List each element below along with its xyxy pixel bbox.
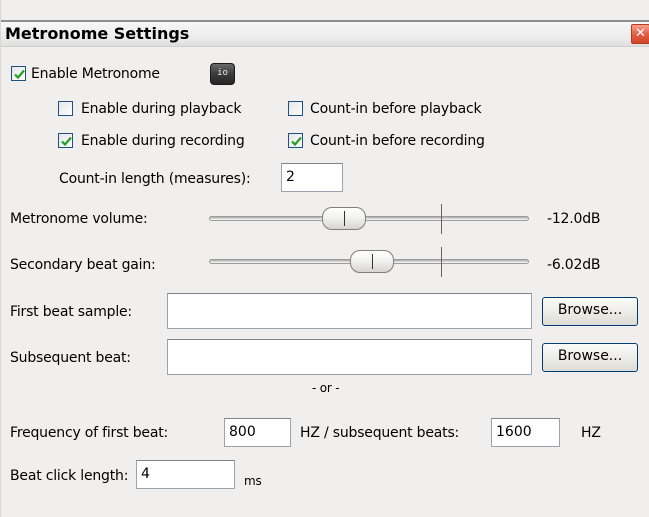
page: Metronome Settings ✕ Enable Metronome io… <box>0 0 649 517</box>
subsequent-beat-label: Subsequent beat: <box>10 350 131 366</box>
frequency-unit: HZ <box>581 425 601 441</box>
or-separator: - or - <box>312 381 340 395</box>
beat-click-length-unit: ms <box>244 474 262 488</box>
first-beat-sample-label: First beat sample: <box>10 304 132 320</box>
first-beat-browse-button[interactable]: Browse... <box>542 297 638 326</box>
dialog-title: Metronome Settings <box>5 24 190 43</box>
slider-thumb[interactable] <box>322 207 366 230</box>
metronome-volume-slider[interactable] <box>209 204 529 234</box>
enable-metronome-checkbox[interactable] <box>11 66 26 81</box>
secondary-beat-gain-label: Secondary beat gain: <box>10 257 156 273</box>
slider-track <box>209 216 529 221</box>
count-in-before-recording-label: Count-in before recording <box>310 133 485 149</box>
checkmark-icon <box>61 136 72 147</box>
subsequent-beat-input[interactable] <box>167 339 532 375</box>
close-button[interactable]: ✕ <box>631 24 649 44</box>
frequency-first-beat-input[interactable]: 800 <box>224 418 291 447</box>
metronome-volume-value: -12.0dB <box>547 211 601 227</box>
count-in-before-playback-label: Count-in before playback <box>310 101 482 117</box>
beat-click-length-input[interactable]: 4 <box>136 460 235 489</box>
enable-during-playback-label: Enable during playback <box>81 101 242 117</box>
title-bar[interactable]: Metronome Settings ✕ <box>1 20 649 47</box>
slider-center-mark <box>441 247 442 277</box>
slider-center-mark <box>441 204 442 234</box>
frequency-first-beat-label: Frequency of first beat: <box>10 425 169 441</box>
count-in-length-label: Count-in length (measures): <box>59 171 251 187</box>
io-routing-button[interactable]: io <box>210 63 235 85</box>
frequency-subsequent-label: HZ / subsequent beats: <box>300 425 460 441</box>
count-in-before-recording-checkbox[interactable] <box>288 133 303 148</box>
enable-during-playback-checkbox[interactable] <box>58 101 73 116</box>
secondary-beat-gain-slider[interactable] <box>209 247 529 277</box>
metronome-settings-dialog: Metronome Settings ✕ Enable Metronome io… <box>0 0 649 517</box>
first-beat-sample-input[interactable] <box>167 293 532 329</box>
checkmark-icon <box>14 69 25 80</box>
metronome-volume-label: Metronome volume: <box>10 211 148 227</box>
subsequent-beat-browse-button[interactable]: Browse... <box>542 343 638 372</box>
enable-during-recording-label: Enable during recording <box>81 133 245 149</box>
beat-click-length-label: Beat click length: <box>10 468 129 484</box>
count-in-before-playback-checkbox[interactable] <box>288 101 303 116</box>
io-icon: io <box>217 68 228 78</box>
checkmark-icon <box>291 136 302 147</box>
secondary-beat-gain-value: -6.02dB <box>547 257 601 273</box>
enable-metronome-label: Enable Metronome <box>31 66 160 82</box>
slider-thumb[interactable] <box>350 250 394 273</box>
frequency-subsequent-input[interactable]: 1600 <box>491 418 560 447</box>
enable-during-recording-checkbox[interactable] <box>58 133 73 148</box>
dialog-content: Enable Metronome io Enable during playba… <box>1 49 649 517</box>
count-in-length-input[interactable]: 2 <box>281 163 343 192</box>
close-icon: ✕ <box>635 26 646 41</box>
